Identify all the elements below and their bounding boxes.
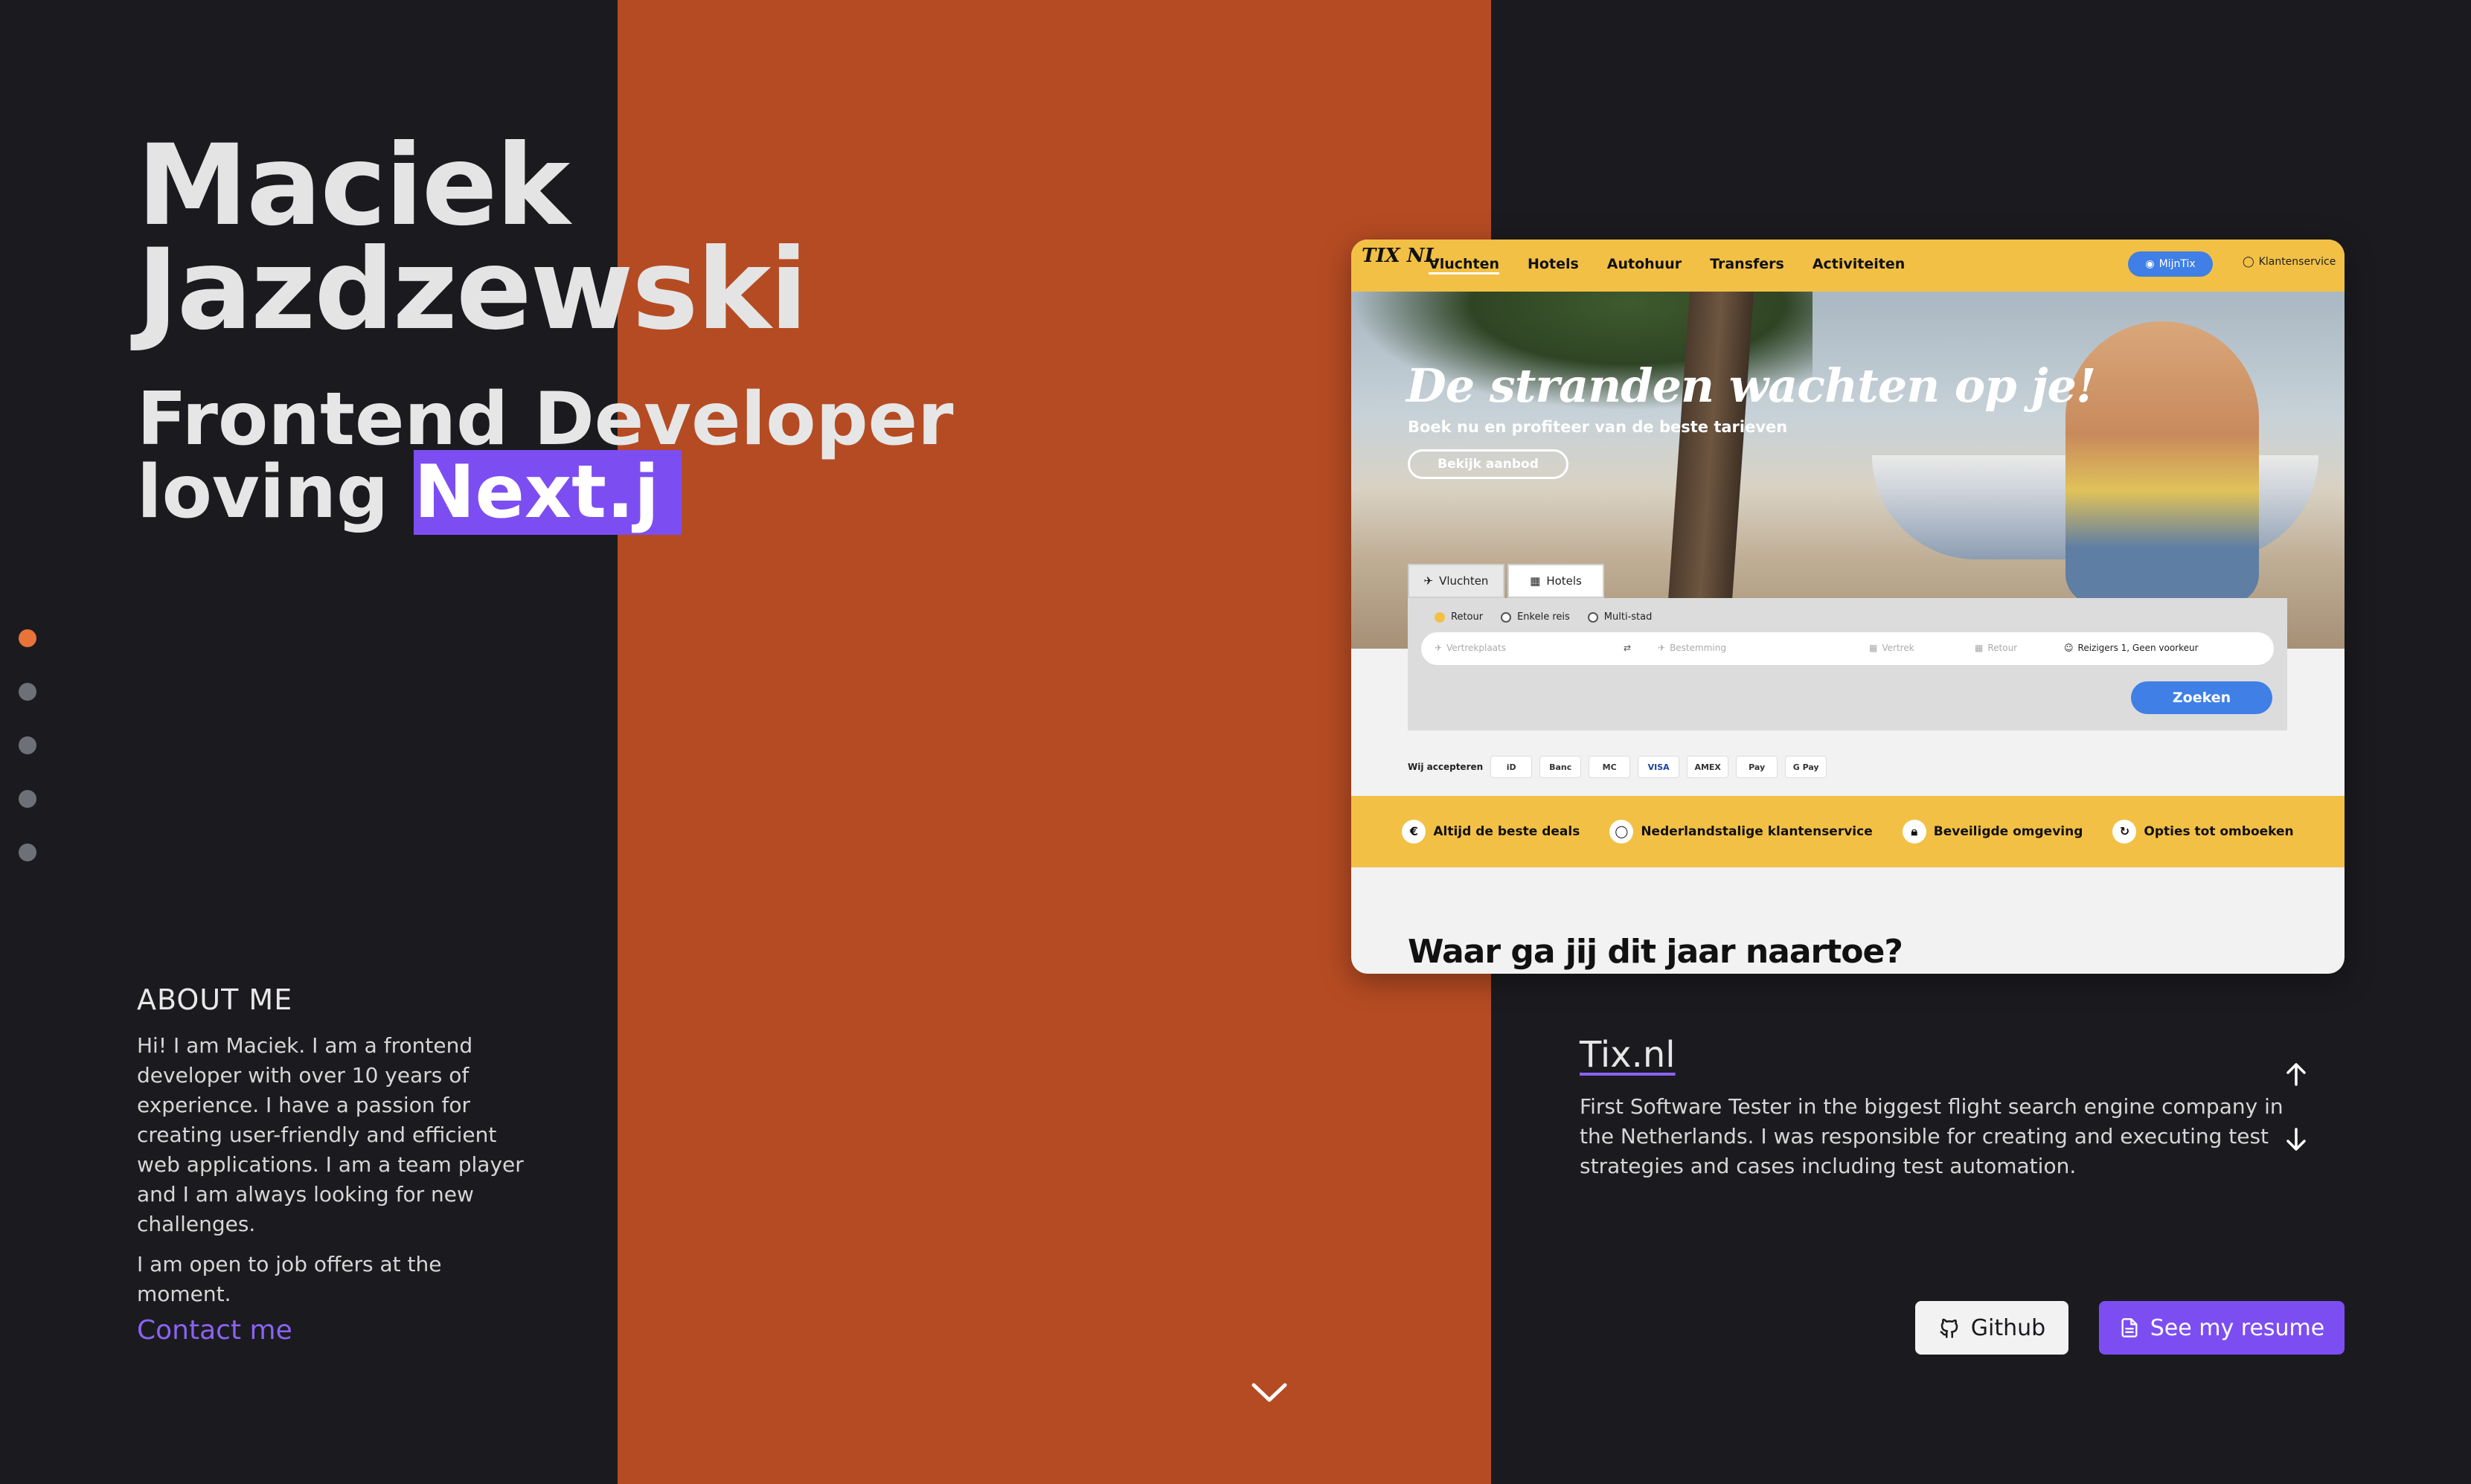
next-project-button[interactable] [2281,1125,2311,1154]
tix-tab-hotels: ▦ Hotels [1507,564,1604,598]
euro-icon: € [1402,820,1426,844]
arrow-up-icon [2286,1063,2306,1086]
section-nav-dots [19,629,36,897]
user-icon: ◉ [2145,258,2155,270]
hero-first-name: Maciek [137,121,570,251]
tix-menu-item: Autohuur [1606,256,1682,272]
hotel-icon: ▦ [1530,574,1541,588]
tix-field-return: ▦ Retour [1975,643,2018,653]
tix-search-button: Zoeken [2131,681,2272,714]
tix-usp-bar: € Altijd de beste deals ◯ Nederlandstalige… [1351,796,2345,867]
about-title: ABOUT ME [137,983,293,1016]
tix-menu-item: Hotels [1528,256,1579,272]
tix-payments-label: Wij accepteren [1408,762,1484,772]
hero-subtitle: Frontend Developer loving Next.j [137,377,954,535]
hero-subtitle-line2: loving Next.j [137,450,953,535]
tix-field-to: ✈ Bestemming [1658,643,1726,653]
hero-name: Maciek Jazdzewski [137,121,808,355]
tix-account-button: ◉ MijnTix [2128,251,2213,277]
arrow-down-icon [2286,1128,2306,1151]
document-icon [2121,1318,2138,1337]
tix-service-link: ◯ Klantenservice [2243,256,2336,268]
tix-menu-item: Activiteiten [1812,256,1906,272]
tix-service-label: Klantenservice [2258,256,2336,268]
section-dot-4[interactable] [19,790,36,808]
resume-button[interactable]: See my resume [2099,1301,2345,1355]
about-text: Hi! I am Maciek. I am a frontend develop… [137,1031,524,1320]
tix-tab-label: Vluchten [1439,574,1489,588]
project-title-link[interactable]: Tix.nl [1580,1034,1676,1076]
tix-field-depart: ▦ Vertrek [1869,643,1914,653]
tix-tab-flights: ✈ Vluchten [1408,564,1504,598]
hero-subtitle-prefix: loving [137,450,414,535]
person-icon: ☺ [2064,643,2074,653]
landing-icon: ✈ [1658,643,1666,653]
tix-payment-methods: Wij accepteren iD Banc MC VISA AMEX Pay … [1408,756,1827,778]
plane-icon: ✈ [1423,574,1434,588]
section-dot-5[interactable] [19,844,36,861]
previous-project-button[interactable] [2281,1059,2311,1089]
lock-icon: 🔒︎ [1902,820,1926,844]
chevron-down-icon [1251,1383,1287,1402]
google-pay-logo: G Pay [1785,756,1827,778]
github-button[interactable]: Github [1915,1301,2068,1355]
hero-last-name: Jazdzewski [137,225,808,355]
tix-radio-oneway: Enkele reis [1501,611,1570,623]
tix-usp: ↻ Opties tot omboeken [2112,820,2294,844]
swap-icon: ⇄ [1624,643,1632,653]
project-description: First Software Tester in the biggest fli… [1580,1094,2283,1178]
about-paragraph-2: I am open to job offers at the moment. [137,1252,442,1306]
takeoff-icon: ✈ [1435,643,1443,653]
tix-subhead: Boek nu en profiteer van de beste tariev… [1408,418,1788,436]
section-dot-1[interactable] [19,629,36,647]
project-screenshot: TIX NL Vluchten Hotels Autohuur Transfer… [1351,240,2345,974]
tix-usp: 🔒︎ Beveiligde omgeving [1902,820,2083,844]
tix-radio-multicity: Multi-stad [1587,611,1652,623]
github-button-label: Github [1970,1314,2046,1341]
ideal-logo: iD [1490,756,1533,778]
mastercard-logo: MC [1589,756,1631,778]
tix-radio-return: Retour [1435,611,1483,623]
tix-search-field: ✈ Vertrekplaats ⇄ ✈ Bestemming ▦ Vertrek ▦ R… [1421,632,2274,665]
github-icon [1940,1318,1958,1338]
section-dot-2[interactable] [19,683,36,701]
tix-cta-button: Bekijk aanbod [1408,449,1568,479]
about-paragraph-1: Hi! I am Maciek. I am a frontend develop… [137,1033,524,1236]
tix-field-travellers: ☺ Reizigers 1, Geen voorkeur [2064,643,2199,653]
tix-logo: TIX NL [1362,245,1438,267]
tix-account-label: MijnTix [2158,258,2196,270]
tix-navbar: TIX NL Vluchten Hotels Autohuur Transfer… [1351,240,2345,292]
hero-subtitle-line1: Frontend Developer [137,377,954,462]
tix-trip-types: Retour Enkele reis Multi-stad [1435,611,1652,623]
contact-me-link[interactable]: Contact me [137,1315,292,1346]
scroll-down-button[interactable] [1251,1378,1288,1407]
refresh-icon: ↻ [2112,820,2137,844]
tix-field-from: ✈ Vertrekplaats [1435,643,1506,653]
calendar-icon: ▦ [1975,643,1984,653]
resume-button-label: See my resume [2150,1314,2325,1341]
tix-menu-item: Transfers [1710,256,1784,272]
tix-section-title: Waar ga jij dit jaar naartoe? [1408,933,1903,971]
tix-usp: € Altijd de beste deals [1402,820,1580,844]
bancontact-logo: Banc [1539,756,1582,778]
chat-icon: ◯ [2243,256,2254,268]
tix-search-tabs: ✈ Vluchten ▦ Hotels [1408,564,1604,598]
visa-logo: VISA [1638,756,1680,778]
chat-icon: ◯ [1609,820,1634,844]
tix-menu-item: Vluchten [1429,256,1500,274]
calendar-icon: ▦ [1869,643,1878,653]
amex-logo: AMEX [1687,756,1729,778]
tix-search-box: Retour Enkele reis Multi-stad ✈ Vertrekpl… [1408,598,2287,730]
tix-menu: Vluchten Hotels Autohuur Transfers Activ… [1429,256,1905,274]
section-dot-3[interactable] [19,736,36,754]
tix-usp: ◯ Nederlandstalige klantenservice [1609,820,1873,844]
tix-tab-label: Hotels [1546,574,1582,588]
tix-headline: De stranden wachten op je! [1406,359,2096,413]
hero-typing-highlight: Next.j [414,450,682,535]
apple-pay-logo: Pay [1736,756,1778,778]
